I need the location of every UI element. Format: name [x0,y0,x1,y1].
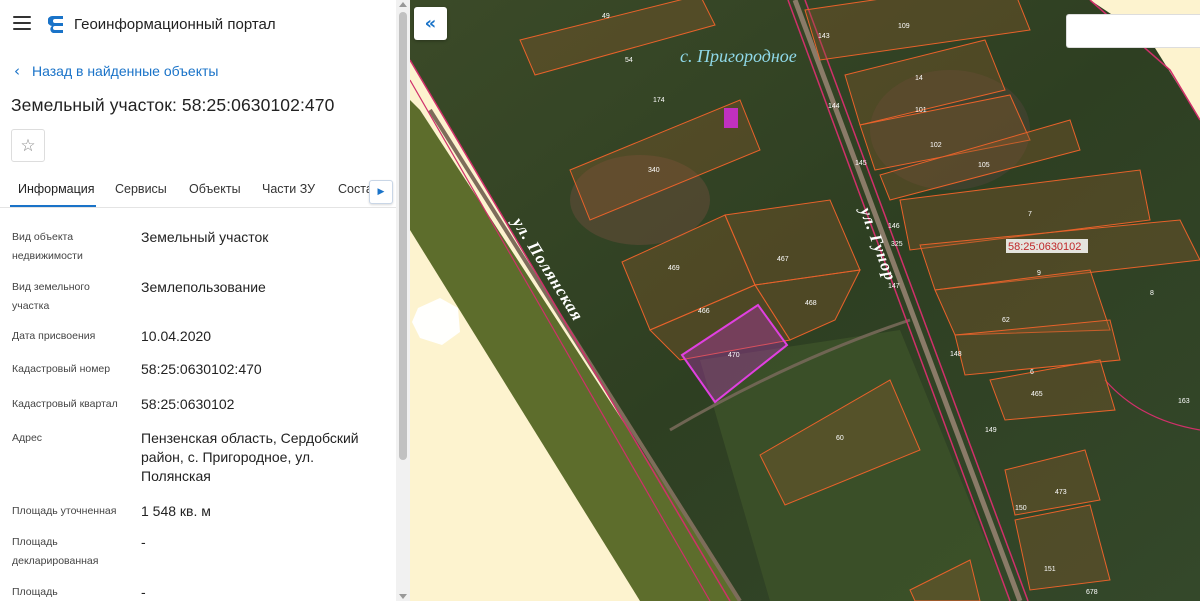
map-search-box[interactable] [1066,14,1200,48]
detail-value: Земельный участок [141,229,269,245]
svg-text:8: 8 [1150,290,1154,297]
svg-text:109: 109 [898,23,910,30]
svg-text:468: 468 [805,300,817,307]
detail-value: 58:25:0630102:470 [141,361,262,377]
svg-text:101: 101 [915,107,927,114]
svg-text:60: 60 [836,435,844,442]
svg-text:466: 466 [698,308,710,315]
app-title: Геоинформационный портал [74,16,276,33]
cadastral-quarter-label: 58:25:0630102 [1008,241,1081,253]
favorite-button[interactable]: ☆ [11,129,45,162]
panel-scrollbar[interactable] [396,0,410,601]
svg-text:6: 6 [1030,369,1034,376]
tab-composition[interactable]: Соста [338,182,373,196]
svg-text:150: 150 [1015,505,1027,512]
svg-text:151: 151 [1044,566,1056,573]
top-bar: Геоинформационный портал [0,0,396,48]
back-to-results-link[interactable]: ‹ Назад в найденные объекты [14,62,218,80]
object-title: Земельный участок: 58:25:0630102:470 [11,95,335,115]
svg-text:470: 470 [728,352,740,359]
svg-text:144: 144 [828,103,840,110]
village-label: с. Пригородное [680,46,797,66]
detail-value: - [141,534,146,550]
svg-text:174: 174 [653,97,665,104]
tab-information[interactable]: Информация [18,182,95,196]
star-icon: ☆ [20,135,36,156]
svg-text:49: 49 [602,13,610,20]
scrollbar-thumb[interactable] [399,12,407,460]
detail-label: Площадь уточненная [12,505,117,517]
detail-label: Вид объекта недвижимости [12,231,83,262]
svg-text:14: 14 [915,75,923,82]
svg-text:163: 163 [1178,398,1190,405]
collapse-panel-button[interactable]: « [414,7,447,40]
svg-text:147: 147 [888,283,900,290]
svg-text:143: 143 [818,33,830,40]
detail-value: Землепользование [141,279,266,295]
tab-parcel-parts[interactable]: Части ЗУ [262,182,315,196]
svg-text:9: 9 [1037,270,1041,277]
scroll-up-arrow-icon[interactable] [399,2,407,7]
svg-text:340: 340 [648,167,660,174]
double-chevron-left-icon: « [424,13,437,34]
detail-label: Площадь [12,586,58,598]
detail-label: Вид земельного участка [12,281,90,312]
svg-text:678: 678 [1086,589,1098,596]
active-tab-indicator [10,205,96,207]
detail-label: Площадь декларированная [12,536,99,567]
detail-label: Кадастровый номер [12,363,111,375]
svg-text:145: 145 [855,160,867,167]
tab-bar: Информация Сервисы Объекты Части ЗУ Сост… [0,172,396,208]
detail-value: Пензенская область, Сердобский район, с.… [141,430,359,484]
detail-value: 1 548 кв. м [141,503,211,519]
portal-logo-icon [48,15,63,33]
detail-label: Адрес [12,432,43,444]
hamburger-menu-icon[interactable] [13,16,31,30]
info-panel: Геоинформационный портал ‹ Назад в найде… [0,0,410,601]
svg-text:465: 465 [1031,391,1043,398]
tabs-scroll-right-button[interactable]: ▶ [369,180,393,204]
svg-text:149: 149 [985,427,997,434]
map-view[interactable]: 49 54 174 340 469 467 466 468 470 60 143… [410,0,1200,601]
map-canvas: 49 54 174 340 469 467 466 468 470 60 143… [410,0,1200,601]
tab-objects[interactable]: Объекты [189,182,241,196]
svg-text:469: 469 [668,265,680,272]
detail-value: - [141,584,146,600]
detail-label: Дата присвоения [12,330,96,342]
svg-text:146: 146 [888,223,900,230]
chevron-right-icon: ▶ [377,187,385,197]
svg-text:54: 54 [625,57,633,64]
detail-value: 58:25:0630102 [141,396,235,412]
svg-text:62: 62 [1002,317,1010,324]
back-link-label: Назад в найденные объекты [32,63,219,79]
svg-text:7: 7 [1028,211,1032,218]
building-marker [724,108,738,128]
svg-text:467: 467 [777,256,789,263]
tab-services[interactable]: Сервисы [115,182,167,196]
detail-value: 10.04.2020 [141,328,212,344]
scroll-down-arrow-icon[interactable] [399,594,407,599]
detail-label: Кадастровый квартал [12,398,118,410]
svg-text:473: 473 [1055,489,1067,496]
svg-text:148: 148 [950,351,962,358]
unmapped-area [412,298,460,345]
chevron-left-icon: ‹ [14,62,20,80]
svg-text:102: 102 [930,142,942,149]
svg-text:325: 325 [891,241,903,248]
svg-text:105: 105 [978,162,990,169]
